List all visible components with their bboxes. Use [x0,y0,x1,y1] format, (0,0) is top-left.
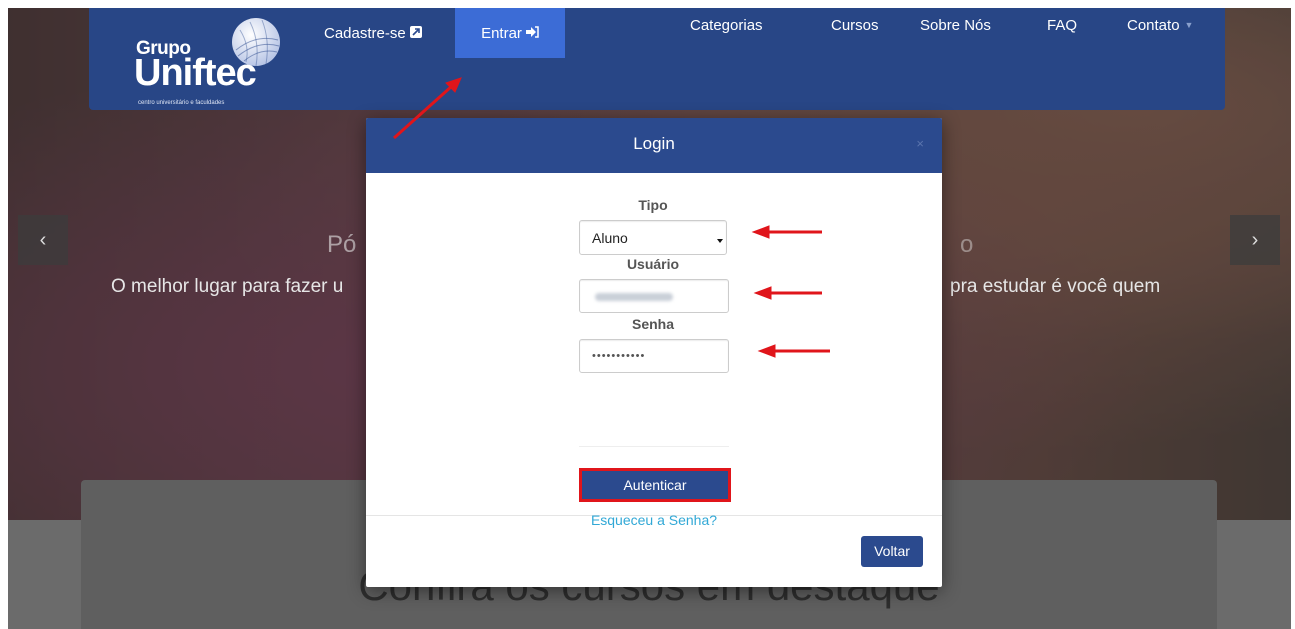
arrow-head-senha [757,344,776,358]
annotation-arrows [392,77,830,358]
arrow-head-tipo [751,225,770,239]
arrow-to-entrar [392,84,454,140]
arrow-head-usuario [753,286,772,300]
